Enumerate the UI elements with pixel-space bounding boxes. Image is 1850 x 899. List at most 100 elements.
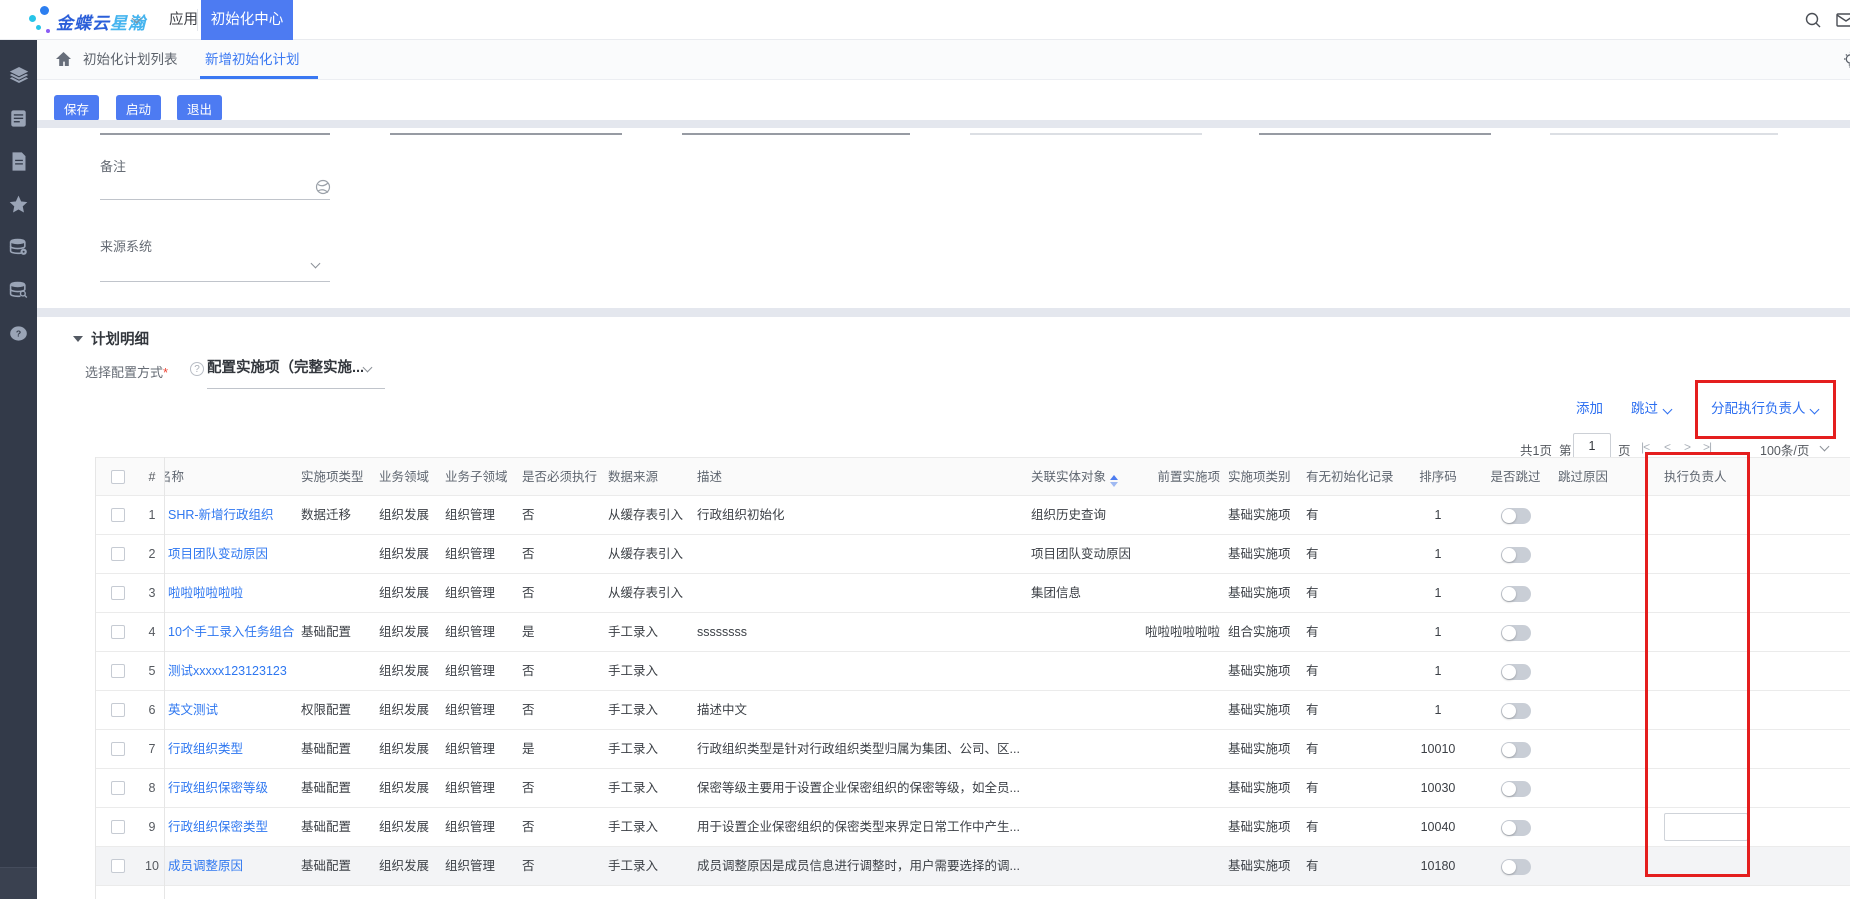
cell-skip-reason — [1554, 808, 1660, 846]
skip-toggle[interactable] — [1501, 703, 1531, 719]
cell-name[interactable]: 测试xxxxx123123123 — [164, 652, 297, 690]
cell-name[interactable]: 10个手工录入任务组合 — [164, 613, 297, 651]
skip-toggle[interactable] — [1501, 742, 1531, 758]
sort-icon[interactable] — [1110, 475, 1118, 487]
tab-init-center[interactable]: 初始化中心 — [201, 0, 293, 40]
cell-skip-toggle — [1477, 613, 1554, 651]
cell-impl-type: 基础配置 — [297, 769, 375, 807]
cell-name[interactable]: 行政组织保密等级 — [164, 769, 297, 807]
cell-category: 基础实施项 — [1224, 535, 1302, 573]
pagination-last-button[interactable]: >| — [1703, 440, 1711, 454]
cell-filler — [1750, 691, 1850, 729]
pagination-page-input[interactable] — [1573, 433, 1611, 459]
header-cell-entity[interactable]: 关联实体对象 — [1027, 458, 1132, 495]
skip-toggle[interactable] — [1501, 820, 1531, 836]
database-search-icon[interactable] — [0, 273, 37, 307]
cell-filler — [1750, 730, 1850, 768]
pagination-next-button[interactable]: > — [1684, 440, 1690, 454]
row-checkbox[interactable] — [111, 625, 125, 639]
cell-required: 否 — [518, 808, 604, 846]
page-tab-plan-list[interactable]: 初始化计划列表 — [83, 40, 178, 80]
row-checkbox[interactable] — [111, 508, 125, 522]
executor-input[interactable] — [1664, 813, 1748, 841]
cell-required: 否 — [518, 652, 604, 690]
breadcrumb-bar: 初始化计划列表 新增初始化计划 ? — [37, 40, 1850, 80]
skip-menu-link[interactable]: 跳过 — [1631, 397, 1671, 417]
search-icon[interactable] — [1804, 11, 1822, 29]
cell-name[interactable]: SHR-新增行政组织 — [164, 496, 297, 534]
save-button[interactable]: 保存 — [54, 95, 99, 121]
table-row: 410个手工录入任务组合基础配置组织发展组织管理是手工录入ssssssss啦啦啦… — [95, 613, 1850, 652]
row-checkbox[interactable] — [111, 703, 125, 717]
select-all-checkbox — [95, 496, 140, 534]
select-all-checkbox[interactable] — [111, 470, 125, 484]
config-help-icon[interactable]: ? — [190, 362, 204, 376]
skip-toggle[interactable] — [1501, 781, 1531, 797]
header-cell-biz-area: 业务领域 — [375, 458, 441, 495]
source-system-chevron-down-icon[interactable] — [311, 259, 321, 269]
cell-category: 基础实施项 — [1224, 574, 1302, 612]
help-circle-icon[interactable]: ? — [0, 316, 37, 350]
header-cell-has-record: 有无初始化记录 — [1302, 458, 1399, 495]
cell-name[interactable]: 啦啦啦啦啦啦 — [164, 574, 297, 612]
database-gear-icon[interactable] — [0, 230, 37, 264]
cell-data-source: 从缓存表引入 — [604, 496, 693, 534]
row-checkbox[interactable] — [111, 820, 125, 834]
cell-pre-item — [1132, 652, 1224, 690]
row-checkbox[interactable] — [111, 859, 125, 873]
cell-biz-area: 组织发展 — [375, 847, 441, 885]
section-collapse-caret-icon[interactable] — [73, 336, 83, 342]
assign-executor-link[interactable]: 分配执行负责人 — [1711, 397, 1818, 417]
cell-category: 基础实施项 — [1224, 691, 1302, 729]
cell-biz-area: 组织发展 — [375, 691, 441, 729]
select-all-checkbox — [95, 574, 140, 612]
clipboard-icon[interactable] — [0, 101, 37, 135]
truncated-field-underline — [1259, 133, 1491, 135]
skip-toggle[interactable] — [1501, 586, 1531, 602]
cell-sort-code: 1 — [1399, 613, 1477, 651]
document-icon[interactable] — [0, 144, 37, 178]
cell-description — [693, 574, 1027, 612]
lightbulb-icon[interactable] — [1842, 51, 1850, 69]
exit-button[interactable]: 退出 — [177, 95, 222, 121]
row-checkbox[interactable] — [111, 781, 125, 795]
skip-toggle[interactable] — [1501, 625, 1531, 641]
remark-input[interactable] — [100, 180, 330, 198]
cell-description — [693, 652, 1027, 690]
cell-skip-reason — [1554, 496, 1660, 534]
cell-has-record: 有 — [1302, 730, 1399, 768]
header-cell-skip-reason: 跳过原因 — [1554, 458, 1660, 495]
header-cell-sort-code: 排序码 — [1399, 458, 1477, 495]
skip-toggle[interactable] — [1501, 664, 1531, 680]
pagination-first-button[interactable]: |< — [1641, 440, 1649, 454]
cell-name[interactable]: 成员调整原因 — [164, 847, 297, 885]
cell-has-record: 有 — [1302, 652, 1399, 690]
cell-entity — [1027, 769, 1132, 807]
cell-name[interactable]: 行政组织类型 — [164, 730, 297, 768]
skip-toggle[interactable] — [1501, 859, 1531, 875]
cell-description: 成员调整原因是成员信息进行调整时，用户需要选择的调... — [693, 847, 1027, 885]
row-checkbox[interactable] — [111, 664, 125, 678]
header-select-all-checkbox[interactable] — [95, 458, 140, 495]
layers-icon[interactable] — [0, 58, 37, 92]
star-icon[interactable] — [0, 187, 37, 221]
skip-toggle[interactable] — [1501, 508, 1531, 524]
remark-label: 备注 — [100, 156, 126, 175]
pagination-prev-button[interactable]: < — [1664, 440, 1670, 454]
cell-data-source: 手工录入 — [604, 847, 693, 885]
add-row-link[interactable]: 添加 — [1576, 397, 1603, 417]
row-checkbox[interactable] — [111, 586, 125, 600]
app-logo[interactable]: 金蝶云星瀚 — [56, 9, 146, 34]
skip-toggle[interactable] — [1501, 547, 1531, 563]
cell-name[interactable]: 行政组织保密类型 — [164, 808, 297, 846]
config-mode-select[interactable]: 配置实施项（完整实施... — [207, 356, 364, 377]
cell-name[interactable]: 项目团队变动原因 — [164, 535, 297, 573]
page-tab-new-plan[interactable]: 新增初始化计划 — [205, 40, 300, 80]
home-icon[interactable] — [55, 51, 72, 68]
cell-name[interactable]: 英文测试 — [164, 691, 297, 729]
cell-entity: 集团信息 — [1027, 574, 1132, 612]
row-checkbox[interactable] — [111, 742, 125, 756]
mail-icon[interactable] — [1836, 11, 1850, 29]
row-checkbox[interactable] — [111, 547, 125, 561]
start-button[interactable]: 启动 — [116, 95, 161, 121]
